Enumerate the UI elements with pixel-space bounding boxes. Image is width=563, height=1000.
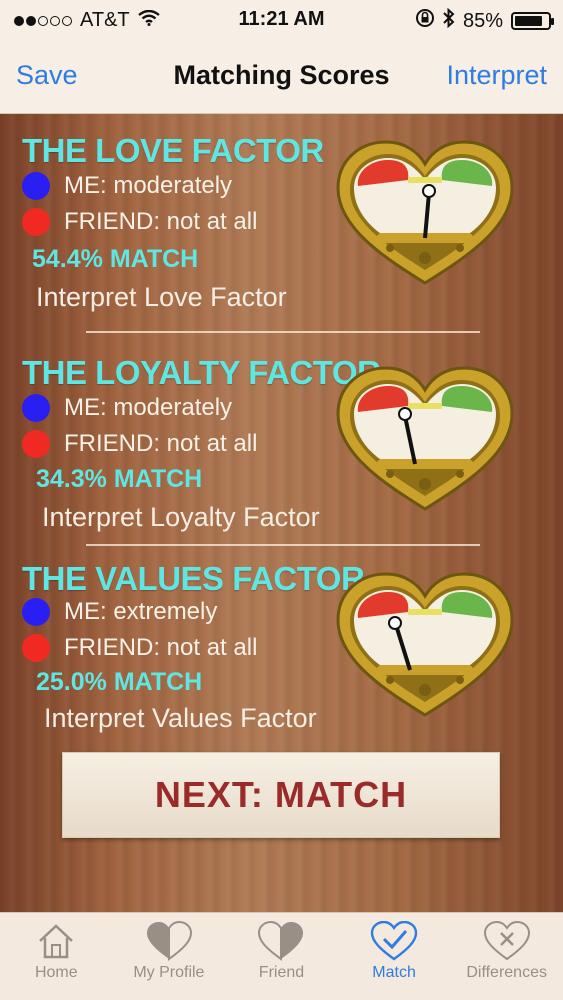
friend-value: FRIEND: not at all: [64, 634, 258, 661]
divider: [86, 544, 480, 546]
match-percent: 34.3% MATCH: [36, 465, 203, 493]
tab-home[interactable]: Home: [0, 913, 113, 1000]
values-factor-section: THE VALUES FACTOR ME: extremely FRIEND: …: [0, 560, 563, 770]
next-match-button[interactable]: NEXT: MATCH: [62, 752, 500, 838]
factor-title: THE LOYALTY FACTOR: [22, 354, 381, 391]
status-bar: AT&T 11:21 AM 85%: [0, 0, 563, 38]
bluetooth-icon: [443, 7, 455, 34]
me-row: ME: extremely: [22, 598, 217, 626]
tab-label: Differences: [466, 964, 547, 981]
tab-label: My Profile: [133, 964, 205, 981]
navigation-bar: Save Matching Scores Interpret: [0, 38, 563, 114]
love-factor-section: THE LOVE FACTOR ME: moderately FRIEND: n…: [0, 132, 563, 342]
next-match-label: NEXT: MATCH: [154, 774, 408, 815]
me-row: ME: moderately: [22, 394, 232, 422]
friend-value: FRIEND: not at all: [64, 430, 258, 457]
match-percent: 25.0% MATCH: [36, 668, 203, 696]
tab-label: Friend: [258, 964, 305, 981]
interpret-button[interactable]: Interpret: [446, 60, 547, 91]
friend-dot: [22, 430, 50, 458]
tab-bar: Home My Profile Friend Match Differences: [0, 912, 563, 1000]
factor-title: THE VALUES FACTOR: [22, 560, 365, 597]
friend-dot: [22, 208, 50, 236]
home-icon: [39, 924, 74, 959]
interpret-values-factor-link[interactable]: Interpret Values Factor: [44, 703, 317, 734]
love-meter-gauge: [336, 140, 514, 285]
tab-my-profile[interactable]: My Profile: [113, 913, 226, 1000]
me-dot: [22, 172, 50, 200]
heart-check-icon: [370, 921, 418, 961]
friend-row: FRIEND: not at all: [22, 430, 257, 458]
rotation-lock-icon: [415, 8, 435, 34]
me-dot: [22, 394, 50, 422]
loyalty-meter-gauge: [336, 366, 514, 511]
factor-title: THE LOVE FACTOR: [22, 132, 324, 169]
tab-friend[interactable]: Friend: [225, 913, 338, 1000]
me-dot: [22, 598, 50, 626]
friend-row: FRIEND: not at all: [22, 208, 257, 236]
loyalty-factor-section: THE LOYALTY FACTOR ME: moderately FRIEND…: [0, 354, 563, 564]
me-value: ME: moderately: [64, 394, 233, 421]
interpret-love-factor-link[interactable]: Interpret Love Factor: [36, 282, 287, 313]
interpret-loyalty-factor-link[interactable]: Interpret Loyalty Factor: [42, 502, 320, 533]
tab-match[interactable]: Match: [338, 913, 451, 1000]
heart-x-icon: [483, 921, 530, 961]
divider: [86, 331, 480, 333]
tab-label: Home: [34, 964, 78, 981]
battery-level: [515, 16, 542, 26]
battery-percent: 85%: [462, 9, 503, 32]
tab-differences[interactable]: Differences: [450, 913, 563, 1000]
values-meter-gauge: [336, 572, 514, 717]
me-row: ME: moderately: [22, 172, 232, 200]
me-value: ME: moderately: [64, 172, 233, 199]
match-percent: 54.4% MATCH: [32, 245, 199, 273]
heart-half-icon: [258, 921, 304, 961]
friend-value: FRIEND: not at all: [64, 208, 258, 235]
heart-half-icon: [146, 921, 192, 961]
tab-label: Match: [372, 964, 416, 981]
battery-icon: [511, 12, 554, 30]
friend-dot: [22, 634, 50, 662]
me-value: ME: extremely: [64, 598, 218, 625]
friend-row: FRIEND: not at all: [22, 634, 257, 662]
